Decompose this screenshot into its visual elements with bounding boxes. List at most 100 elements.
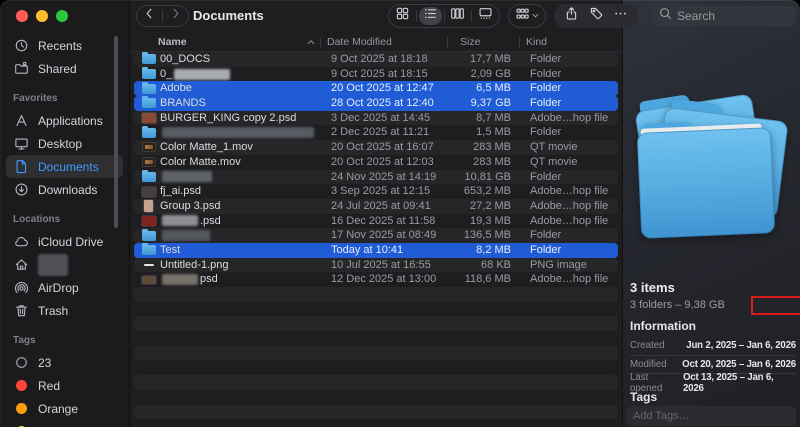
redacted-text: [162, 171, 212, 183]
sidebar-item-label: iCloud Drive: [38, 234, 104, 249]
empty-row: [134, 360, 618, 375]
sidebar-item-label: Desktop: [38, 136, 83, 151]
sidebar-item-applications[interactable]: Applications: [6, 109, 123, 132]
file-name: BRANDS: [160, 97, 206, 110]
information-table: Created Jun 2, 2025 – Jan 6, 2026 Modified…: [630, 336, 796, 394]
table-row[interactable]: 2 Dec 2025 at 11:21 1,5 MB Folder: [134, 125, 618, 140]
file-kind: Adobe…hop file: [530, 273, 609, 286]
table-row[interactable]: 0_ 9 Oct 2025 at 18:15 2,09 GB Folder: [134, 67, 618, 82]
file-name: BURGER_KING copy 2.psd: [160, 111, 297, 124]
file-kind: Folder: [530, 97, 562, 110]
table-row[interactable]: .psd 16 Dec 2025 at 11:58 19,3 MB Adobe…hop…: [134, 214, 618, 229]
sidebar-item-tag-orange[interactable]: Orange: [6, 397, 123, 420]
table-row[interactable]: Color Matte_1.mov 20 Oct 2025 at 16:07 283…: [134, 140, 618, 155]
table-row[interactable]: 24 Nov 2025 at 14:19 10,81 GB Folder: [134, 169, 618, 185]
sidebar-item-icloud-drive[interactable]: iCloud Drive: [6, 230, 123, 253]
sidebar-section-label: Locations: [13, 214, 61, 225]
file-kind: Adobe…hop file: [530, 214, 609, 227]
close-button[interactable]: [16, 10, 28, 22]
sidebar-item-home[interactable]: [6, 253, 123, 276]
table-row[interactable]: Adobe 20 Oct 2025 at 12:47 6,5 MB Folder: [134, 81, 618, 97]
file-date-modified: 12 Dec 2025 at 13:00: [331, 273, 437, 286]
zoom-button[interactable]: [56, 10, 68, 22]
table-row[interactable]: BURGER_KING copy 2.psd 3 Dec 2025 at 14:4…: [134, 110, 618, 126]
clock-icon: [13, 38, 30, 54]
sidebar-item-label: Applications: [38, 113, 103, 128]
sidebar-item-shared[interactable]: Shared: [6, 57, 123, 80]
add-tags-field[interactable]: Add Tags…: [627, 406, 796, 426]
info-label: Modified: [630, 358, 667, 370]
sidebar-item-tag-red[interactable]: Red: [6, 374, 123, 397]
preview-panel: 3 items 3 folders – 9,38 GB Information …: [622, 0, 800, 427]
table-row[interactable]: Test Today at 10:41 8,2 MB Folder: [134, 242, 618, 258]
file-name: 00_DOCS: [160, 53, 211, 65]
table-row[interactable]: 00_DOCS 9 Oct 2025 at 18:18 17,7 MB Folder: [134, 52, 618, 67]
info-value: Jun 2, 2025 – Jan 6, 2026: [686, 339, 796, 351]
file-thumbnail-icon: [140, 214, 157, 229]
file-kind: Adobe…hop file: [530, 185, 609, 198]
column-header-kind[interactable]: Kind: [526, 36, 547, 48]
table-row[interactable]: psd 12 Dec 2025 at 13:00 118,6 MB Adobe…hop…: [134, 272, 618, 287]
file-size: 27,2 MB: [470, 199, 511, 212]
tags-button[interactable]: [589, 6, 604, 26]
redacted-text: [162, 215, 198, 227]
share-button[interactable]: [564, 6, 579, 26]
more-button[interactable]: [613, 6, 628, 26]
grid-view-button[interactable]: [389, 5, 416, 27]
sidebar-item-recents[interactable]: Recents: [6, 34, 123, 57]
search-placeholder: Search: [677, 9, 716, 23]
file-date-modified: 20 Oct 2025 at 12:03: [331, 155, 434, 168]
gallery-view-button[interactable]: [472, 5, 499, 27]
column-header-date-modified[interactable]: Date Modified: [327, 36, 392, 48]
table-row[interactable]: Color Matte.mov 20 Oct 2025 at 12:03 283 M…: [134, 155, 618, 170]
chevron-down-icon: [531, 7, 540, 25]
table-row[interactable]: 17 Nov 2025 at 08:49 136,5 MB Folder: [134, 228, 618, 243]
sidebar-item-desktop[interactable]: Desktop: [6, 132, 123, 155]
toolbar: Documents Search: [130, 0, 800, 32]
file-name: fj_ai.psd: [160, 185, 201, 198]
sidebar-item-documents[interactable]: Documents: [6, 155, 123, 178]
file-date-modified: 28 Oct 2025 at 12:40: [331, 97, 434, 110]
cloud-icon: [13, 234, 30, 250]
sidebar-scrollbar[interactable]: [114, 36, 118, 228]
tag-color-icon: [13, 424, 30, 427]
file-date-modified: 10 Jul 2025 at 16:55: [331, 258, 431, 271]
sidebar-item-downloads[interactable]: Downloads: [6, 178, 123, 201]
finder-window: Recents Shared Favorites Applications Deskto…: [0, 0, 800, 427]
sidebar-item-tag-23[interactable]: 23: [6, 351, 123, 374]
movie-file-icon: [140, 155, 157, 170]
empty-row: [134, 375, 618, 390]
sidebar-item-airdrop[interactable]: AirDrop: [6, 276, 123, 299]
file-date-modified: 3 Sep 2025 at 12:15: [331, 185, 431, 198]
png-file-icon: [140, 258, 157, 273]
list-view-button[interactable]: [417, 5, 444, 27]
list-header: Name Date Modified Size Kind: [130, 32, 622, 52]
file-name: psd: [160, 272, 218, 287]
file-date-modified: 3 Dec 2025 at 14:45: [331, 111, 431, 124]
group-by-button[interactable]: [508, 4, 546, 28]
search-input[interactable]: Search: [652, 6, 796, 26]
file-date-modified: 9 Oct 2025 at 18:18: [331, 53, 428, 65]
column-view-button[interactable]: [445, 5, 472, 27]
movie-file-icon: [140, 140, 157, 155]
sidebar-item-trash[interactable]: Trash: [6, 299, 123, 322]
sidebar-item-label: Documents: [38, 159, 99, 174]
folder-icon: [140, 67, 157, 82]
file-date-modified: 2 Dec 2025 at 11:21: [331, 126, 430, 139]
file-date-modified: 17 Nov 2025 at 08:49: [331, 229, 437, 242]
file-thumbnail-icon: [140, 184, 157, 199]
table-row[interactable]: Group 3.psd 24 Jul 2025 at 09:41 27,2 MB Ad…: [134, 198, 618, 214]
table-row[interactable]: Untitled-1.png 10 Jul 2025 at 16:55 68 KB P…: [134, 257, 618, 273]
column-header-name[interactable]: Name: [158, 36, 187, 48]
column-header-size[interactable]: Size: [460, 36, 480, 48]
information-title: Information: [630, 319, 696, 333]
table-row[interactable]: BRANDS 28 Oct 2025 at 12:40 9,37 GB Folder: [134, 96, 618, 111]
minimize-button[interactable]: [36, 10, 48, 22]
forward-button[interactable]: [163, 6, 188, 26]
file-size: 6,5 MB: [476, 82, 511, 95]
sidebar-item-tag-yellow[interactable]: Yellow: [6, 420, 123, 427]
sidebar-section-label: Favorites: [13, 93, 58, 104]
file-date-modified: 20 Oct 2025 at 12:47: [331, 82, 434, 95]
table-row[interactable]: fj_ai.psd 3 Sep 2025 at 12:15 653,2 MB Adob…: [134, 184, 618, 199]
back-button[interactable]: [137, 6, 162, 26]
